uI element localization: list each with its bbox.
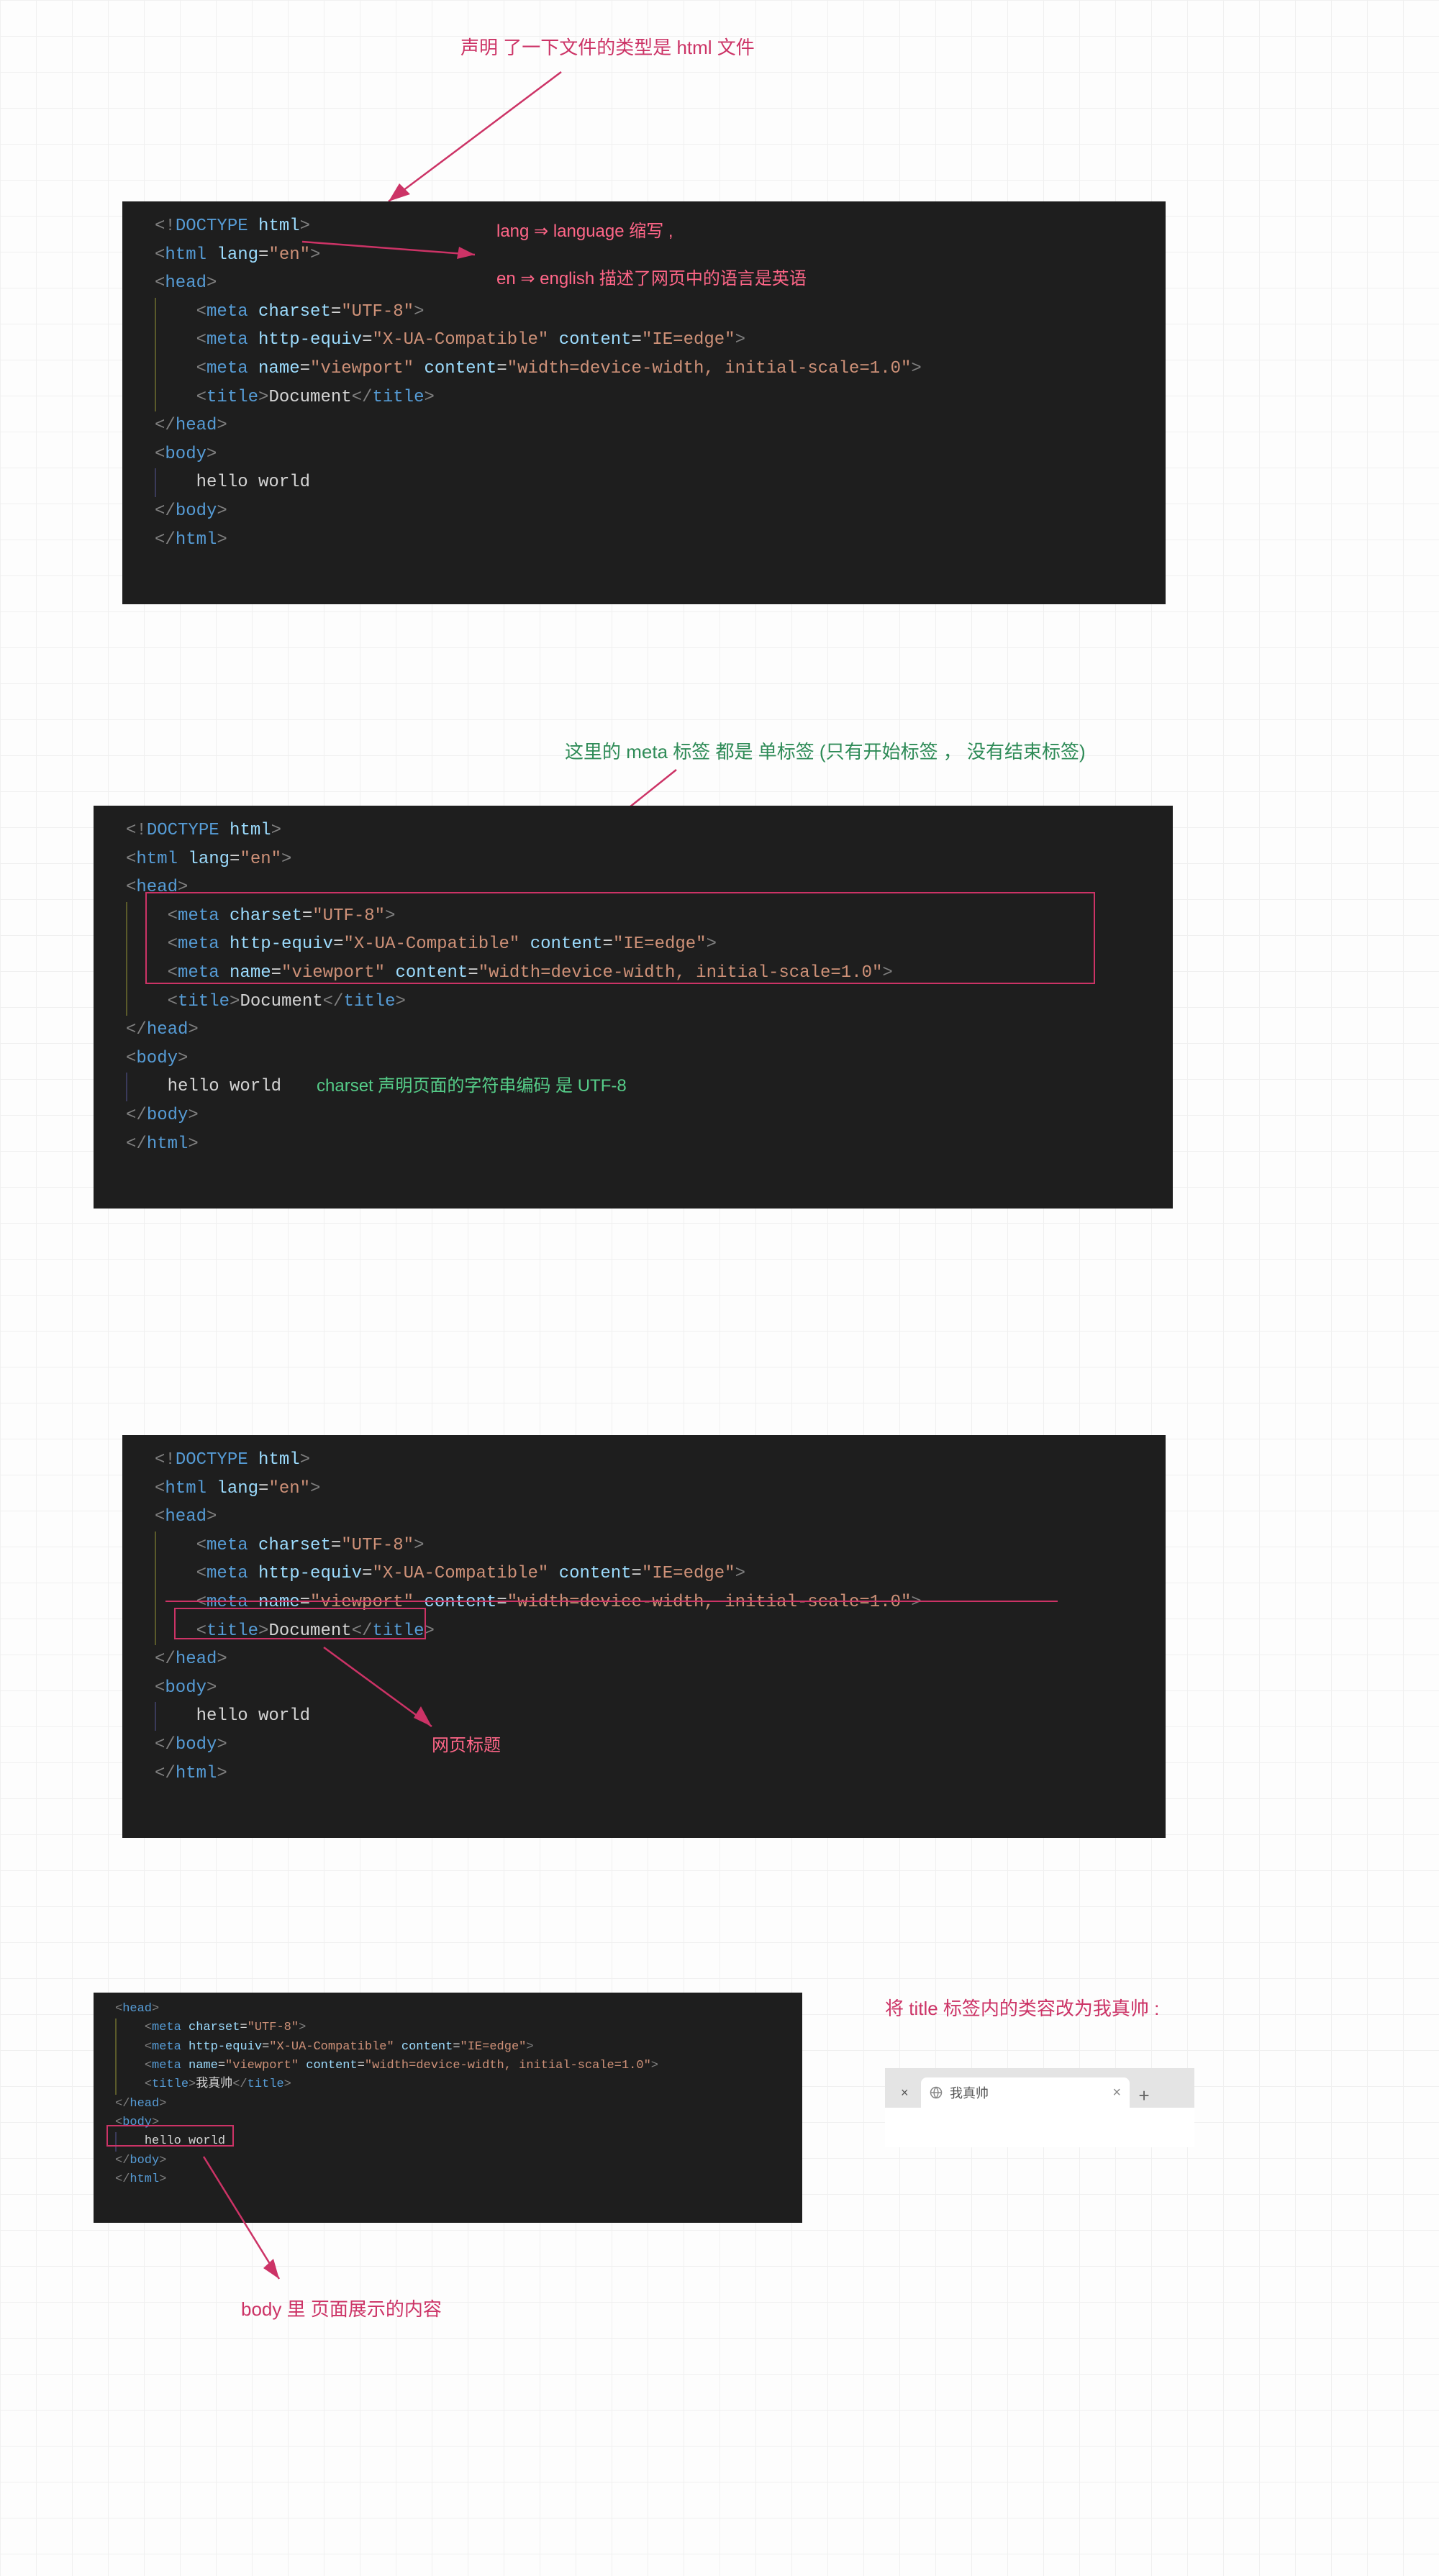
code-line: <title>Document</title> (126, 988, 1155, 1016)
tab-blank[interactable]: × (892, 2077, 921, 2108)
code-line: <body> (115, 2113, 791, 2132)
code-line: <meta charset="UTF-8"> (155, 1532, 1148, 1560)
code-line: </html> (155, 526, 1148, 555)
code-line: <meta name="viewport" content="width=dev… (115, 2057, 791, 2075)
tab-title: 我真帅 (950, 2083, 989, 2102)
annotation-lang-2: en ⇒ english 描述了网页中的语言是英语 (496, 265, 807, 293)
code-line: <meta http-equiv="X-UA-Compatible" conte… (126, 930, 1155, 959)
tab-close[interactable]: × (901, 2085, 909, 2101)
annotation-meta-single: 这里的 meta 标签 都是 单标签 (只有开始标签 ， 没有结束标签) (565, 737, 1086, 764)
annotation-title-change: 将 title 标签内的类容改为我真帅 : (885, 1994, 1159, 2021)
code-line: hello world (115, 2132, 791, 2151)
code-line: <meta name="viewport" content="width=dev… (126, 959, 1155, 988)
code-line: <meta http-equiv="X-UA-Compatible" conte… (155, 1560, 1148, 1588)
code-line: </html> (126, 1130, 1155, 1159)
code-line: <html lang="en"> (126, 845, 1155, 874)
annotation-lang-1: lang ⇒ language 缩写 , (496, 217, 673, 246)
code-line: hello world (155, 1702, 1148, 1731)
tab-bar: × 我真帅 × + (885, 2068, 1194, 2108)
code-line: </body> (126, 1101, 1155, 1130)
address-bar[interactable] (885, 2108, 1194, 2147)
code-line: <!DOCTYPE html> (126, 816, 1155, 845)
annotation-charset: charset 声明页面的字符串编码 是 UTF-8 (317, 1072, 627, 1101)
code-line: <html lang="en"> (155, 1475, 1148, 1503)
code-block-1: <!DOCTYPE html> <html lang="en"> <head> … (122, 201, 1166, 604)
code-line: <meta name="viewport" content="width=dev… (155, 1588, 1148, 1617)
code-line: <meta http-equiv="X-UA-Compatible" conte… (115, 2038, 791, 2057)
globe-icon (930, 2086, 943, 2099)
arrow-doctype (360, 65, 576, 223)
code-block-2: <!DOCTYPE html> <html lang="en"> <head> … (94, 806, 1173, 1209)
code-line: <meta charset="UTF-8"> (126, 902, 1155, 931)
code-line: </body> (155, 497, 1148, 526)
code-line: </body> (155, 1731, 1148, 1760)
annotation-title: 网页标题 (432, 1731, 501, 1760)
code-block-4: <head> <meta charset="UTF-8"> <meta http… (94, 1993, 802, 2223)
code-line: <body> (126, 1044, 1155, 1073)
code-line: <head> (155, 1503, 1148, 1532)
code-line: <body> (155, 440, 1148, 469)
code-line: <title>Document</title> (155, 383, 1148, 412)
code-line: </html> (115, 2170, 791, 2189)
code-block-3: <!DOCTYPE html> <html lang="en"> <head> … (122, 1435, 1166, 1838)
code-line: </head> (155, 1645, 1148, 1674)
code-line: <head> (126, 873, 1155, 902)
code-line: <head> (115, 2000, 791, 2019)
code-line: <meta name="viewport" content="width=dev… (155, 355, 1148, 383)
tab-close-icon[interactable]: × (1098, 2085, 1121, 2101)
tab-active[interactable]: 我真帅 × (921, 2077, 1130, 2108)
code-line: <meta charset="UTF-8"> (155, 298, 1148, 327)
code-line: <body> (155, 1674, 1148, 1703)
code-line: <!DOCTYPE html> (155, 1446, 1148, 1475)
code-line: </html> (155, 1760, 1148, 1788)
code-line: </head> (155, 411, 1148, 440)
code-line: </body> (115, 2152, 791, 2170)
code-line: <title>Document</title> (155, 1617, 1148, 1646)
annotation-body: body 里 页面展示的内容 (241, 2295, 442, 2321)
code-line: <title>我真帅</title> (115, 2075, 791, 2094)
code-line: hello world (126, 1073, 1155, 1101)
code-line: hello world (155, 468, 1148, 497)
code-line: <meta http-equiv="X-UA-Compatible" conte… (155, 326, 1148, 355)
new-tab-button[interactable]: + (1130, 2086, 1158, 2108)
code-line: </head> (115, 2095, 791, 2113)
annotation-doctype: 声明 了一下文件的类型是 html 文件 (460, 33, 755, 60)
code-line: </head> (126, 1016, 1155, 1044)
browser-tabs: × 我真帅 × + (885, 2068, 1194, 2147)
code-line: <meta charset="UTF-8"> (115, 2019, 791, 2037)
